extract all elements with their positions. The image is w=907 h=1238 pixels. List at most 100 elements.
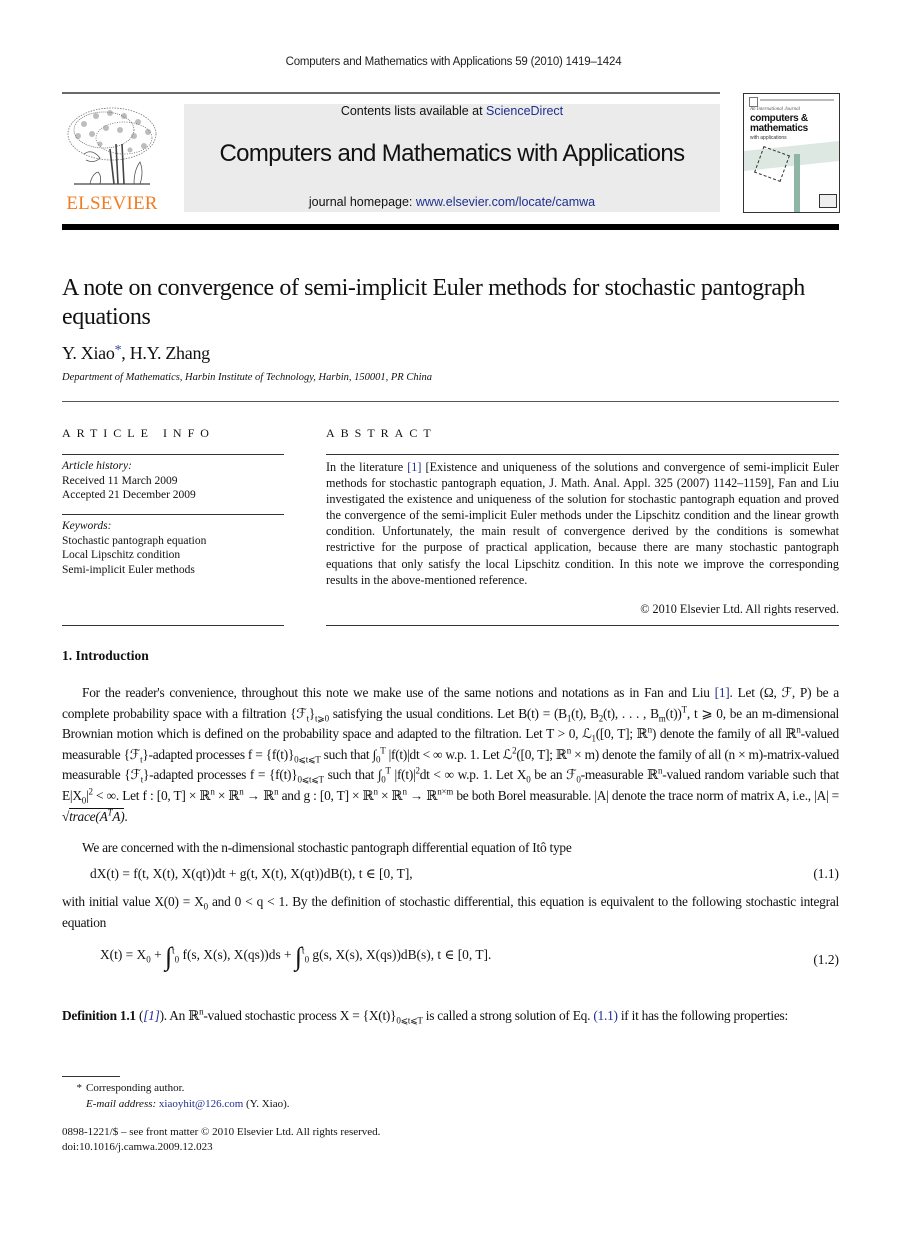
eq-lhs: X(t) = X (100, 947, 147, 962)
abstract-top-rule (326, 454, 839, 455)
abstract-ref-link[interactable]: [1] (407, 460, 421, 474)
text-run: × ℝ (214, 787, 240, 803)
abstract-text-2: [Existence and uniqueness of the solutio… (326, 460, 839, 587)
author-name: H.Y. Zhang (129, 343, 210, 363)
article-history: Article history: Received 11 March 2009 … (62, 459, 196, 503)
text-run: -measurable ℝ (580, 767, 659, 783)
eq-term: g(s, X(s), X(qs))dB(s), t ∈ [0, T]. (312, 947, 492, 962)
front-matter: 0898-1221/$ – see front matter © 2010 El… (62, 1126, 381, 1138)
contents-list-line: Contents lists available at ScienceDirec… (184, 104, 720, 118)
keyword-item: Semi-implicit Euler methods (62, 563, 195, 576)
elsevier-wordmark: ELSEVIER (66, 193, 158, 214)
equation-1-2: X(t) = X0 + ∫t0 f(s, X(s), X(qs))ds + ∫t… (100, 942, 492, 971)
text-run: ([0, T]; ℝ (516, 746, 567, 762)
equation-1-1: dX(t) = f(t, X(t), X(qt))dt + g(t, X(t),… (90, 866, 413, 881)
article-info-rule (62, 454, 284, 455)
text-run: }-adapted processes f = {f(t)} (142, 746, 295, 762)
text-run: ). An ℝ (159, 1008, 200, 1023)
abstract-heading: ABSTRACT (326, 426, 437, 440)
text-run: |f(t)| (390, 767, 416, 783)
article-info-heading: ARTICLE INFO (62, 426, 215, 440)
abstract-bottom-rule (326, 625, 839, 626)
footnote-email: E-mail address: xiaoyhit@126.com (Y. Xia… (86, 1097, 290, 1112)
cover-title-line2: mathematics (750, 123, 808, 134)
elsevier-tree-logo-icon (64, 104, 160, 192)
text-run: ([0, T]; ℝ (595, 726, 648, 742)
journal-title: Computers and Mathematics with Applicati… (219, 140, 685, 167)
keyword-item: Local Lipschitz condition (62, 549, 181, 561)
abstract-text-1: In the literature (326, 460, 408, 474)
article-info-bottom-rule (62, 625, 284, 626)
email-owner: (Y. Xiao). (243, 1098, 290, 1110)
text-run: × ℝ (377, 787, 403, 803)
cover-kicker: An International Journal (750, 107, 800, 112)
text-run: |f(t)|dt < ∞ w.p. 1. Let ℒ (385, 746, 513, 762)
text-run: A) (112, 808, 125, 824)
email-link[interactable]: xiaoyhit@126.com (159, 1098, 243, 1110)
text-run: is called a strong solution of Eq. (422, 1008, 594, 1023)
footnote-mark: * (76, 1082, 83, 1094)
footnote-text: Corresponding author. (86, 1082, 185, 1094)
text-run: -valued stochastic process X = {X(t)} (203, 1008, 397, 1023)
text-run: → ℝ (243, 787, 275, 803)
cover-title: computers & mathematics (750, 114, 808, 134)
text-run: if it has the following properties: (617, 1008, 788, 1023)
text-run: < ∞. Let f : [0, T] × ℝ (92, 787, 211, 803)
abstract-copyright: © 2010 Elsevier Ltd. All rights reserved… (640, 602, 839, 616)
integral-sign-icon: ∫ (294, 942, 303, 971)
intro-paragraph-3: with initial value X(0) = X0 and 0 < q <… (62, 894, 839, 930)
eq-term: f(s, X(s), X(qs))ds + (182, 947, 295, 962)
text-run: → ℝ (406, 787, 438, 803)
header-bottom-rule (62, 224, 839, 230)
keywords-block: Keywords: Stochastic pantograph equation… (62, 519, 206, 577)
article-history-label: Article history: (62, 460, 132, 472)
intro-paragraph-1: For the reader's convenience, throughout… (62, 685, 840, 824)
cover-top-bar (760, 99, 834, 101)
cover-drip (794, 154, 800, 212)
doi-link[interactable]: doi:10.1016/j.camwa.2009.12.023 (62, 1140, 213, 1155)
cover-publisher-icon (749, 97, 758, 107)
text-run: }-adapted processes f = {f(t)} (142, 767, 298, 783)
cover-electronic-access-badge-icon (819, 194, 837, 208)
author-separator: , (121, 343, 130, 363)
text-run: ) denote the family of all ℝ (651, 726, 797, 742)
equation-number: (1.2) (813, 952, 839, 967)
header-top-rule (62, 92, 720, 94)
text-run: satisfying the usual conditions. Let B(t… (328, 705, 567, 721)
ref-link[interactable]: [1] (715, 685, 730, 700)
sciencedirect-link[interactable]: ScienceDirect (486, 104, 563, 118)
footnote-corresponding: * Corresponding author. (62, 1081, 185, 1096)
text-run: be an ℱ (530, 767, 577, 783)
intro-paragraph-2: We are concerned with the n-dimensional … (82, 840, 572, 855)
ref-link[interactable]: [1] (143, 1008, 160, 1023)
keyword-item: Stochastic pantograph equation (62, 534, 207, 547)
text-run: (t)) (665, 705, 682, 721)
author-affiliation: Department of Mathematics, Harbin Instit… (62, 372, 433, 383)
footnote-rule (62, 1076, 120, 1077)
contents-prefix: Contents lists available at (340, 104, 487, 118)
running-head: Computers and Mathematics with Applicati… (285, 56, 622, 68)
accepted-date: Accepted 21 December 2009 (62, 489, 196, 501)
journal-cover-thumbnail: An International Journal computers & mat… (743, 93, 840, 213)
received-date: Received 11 March 2009 (62, 474, 178, 487)
cover-subtitle: with applications (750, 135, 787, 141)
text-run: such that ∫ (320, 746, 377, 762)
equation-ref-link[interactable]: (1.1) (593, 1008, 618, 1023)
title-bottom-rule (62, 401, 839, 402)
text-run: and g : [0, T] × ℝ (278, 787, 374, 803)
subscript: t (306, 713, 310, 724)
section-heading: 1. Introduction (62, 648, 149, 663)
integral-lower-limit: 0 (304, 954, 310, 965)
eq-plus: + (150, 947, 165, 962)
text-run: such that ∫ (323, 767, 382, 783)
equation-number: (1.1) (813, 866, 839, 881)
definition-label: Definition 1.1 (62, 1008, 136, 1023)
text-run: trace(A (69, 808, 108, 824)
text-run: For the reader's convenience, throughout… (82, 685, 715, 700)
journal-homepage-link[interactable]: www.elsevier.com/locate/camwa (416, 195, 595, 209)
author-name: Y. Xiao (62, 343, 115, 363)
keywords-label: Keywords: (62, 520, 112, 532)
homepage-prefix: journal homepage: (308, 195, 416, 209)
keywords-rule (62, 514, 284, 515)
text-run: with initial value X(0) = X (62, 894, 204, 909)
